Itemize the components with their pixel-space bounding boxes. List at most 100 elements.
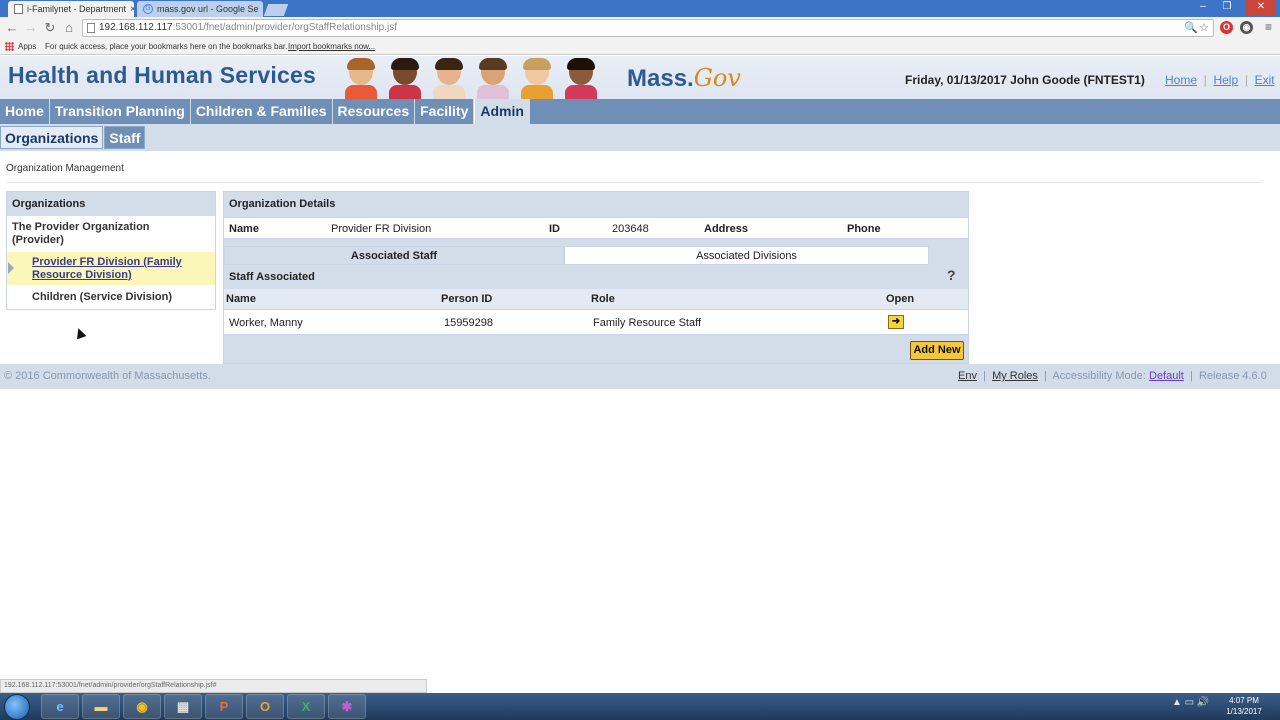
home-icon[interactable]: ⌂ — [61, 20, 77, 36]
app-icon[interactable]: ▦ — [164, 694, 202, 719]
accessibility-mode-link[interactable]: Default — [1149, 370, 1184, 382]
staff-table-header: Name Person ID Role Open — [224, 289, 968, 309]
copyright: © 2016 Commonwealth of Massachusetts. — [4, 370, 211, 382]
mass-gov-logo: Mass.Gov — [627, 64, 741, 92]
bookmark-star-icon[interactable]: ☆ — [1199, 20, 1209, 36]
secondary-nav: Organizations Staff — [0, 124, 1280, 151]
staff-associated-heading: Staff Associated — [229, 271, 315, 283]
help-icon[interactable]: ? — [947, 267, 956, 283]
site-title: Health and Human Services — [8, 62, 316, 88]
url-host: 192.168.112.117 — [99, 22, 173, 33]
bookmarks-bar: Apps For quick access, place your bookma… — [0, 39, 1280, 55]
close-tab-icon[interactable]: × — [126, 4, 134, 15]
snipping-tool-icon[interactable]: ✱ — [328, 694, 366, 719]
cell-name: Worker, Manny — [229, 317, 303, 329]
extension-icon[interactable]: ◉ — [1240, 21, 1253, 34]
url-path: /fnet/admin/provider/orgStaffRelationshi… — [203, 22, 397, 33]
chrome-icon[interactable]: ◉ — [123, 694, 161, 719]
browser-tab-inactive[interactable]: G mass.gov url - Google Se × — [137, 1, 263, 17]
google-icon: G — [143, 4, 153, 14]
internet-explorer-icon[interactable]: e — [41, 694, 79, 719]
window-close-icon[interactable]: ✕ — [1246, 0, 1276, 16]
url-port: :53001 — [172, 22, 204, 33]
tree-item-children-division[interactable]: Children (Service Division) — [32, 291, 172, 303]
column-name: Name — [226, 293, 256, 305]
nav-children-families[interactable]: Children & Families — [191, 99, 333, 124]
exit-link[interactable]: Exit — [1255, 73, 1275, 87]
tree-item-fr-division[interactable]: Provider FR Division (Family Resource Di… — [32, 256, 210, 282]
column-person-id: Person ID — [441, 293, 493, 305]
minimize-icon[interactable]: – — [1192, 0, 1214, 16]
id-value: 203648 — [612, 223, 649, 235]
env-link[interactable]: Env — [958, 370, 977, 382]
cell-role: Family Resource Staff — [593, 317, 702, 329]
add-new-button[interactable]: Add New — [910, 341, 964, 360]
page-footer: © 2016 Commonwealth of Massachusetts. En… — [0, 364, 1280, 389]
zoom-icon[interactable]: 🔍 — [1184, 20, 1198, 36]
clock-time: 4:07 PM — [1229, 696, 1259, 705]
file-explorer-icon[interactable]: ▬ — [82, 694, 120, 719]
restore-icon[interactable]: ❐ — [1216, 0, 1238, 16]
subnav-organizations[interactable]: Organizations — [0, 126, 104, 149]
reload-icon[interactable]: ↻ — [42, 20, 58, 36]
accessibility-label: Accessibility Mode: — [1052, 370, 1146, 382]
apps-icon[interactable] — [5, 42, 14, 51]
forward-icon[interactable]: → — [23, 20, 39, 36]
import-bookmarks-link[interactable]: Import bookmarks now... — [288, 42, 375, 51]
help-link[interactable]: Help — [1213, 73, 1238, 87]
address-label: Address — [704, 223, 749, 235]
page-icon — [14, 4, 23, 14]
address-bar[interactable]: 192.168.112.117:53001/fnet/admin/provide… — [82, 19, 1214, 37]
user-info: Friday, 01/13/2017 John Goode (FNTEST1) — [905, 73, 1145, 87]
name-label: Name — [229, 223, 259, 235]
nav-resources[interactable]: Resources — [333, 99, 416, 124]
top-links: Home | Help | Exit — [1165, 73, 1275, 87]
children-banner-image — [343, 56, 605, 99]
tree-item-selected[interactable]: Provider FR Division (Family Resource Di… — [7, 252, 215, 340]
tab-title: mass.gov url - Google Se — [157, 4, 259, 14]
apps-link[interactable]: Apps — [18, 42, 36, 51]
system-tray: ▲ ▭ 🔊 — [1172, 697, 1210, 708]
cell-person-id: 15959298 — [444, 317, 493, 329]
subnav-staff[interactable]: Staff — [104, 126, 146, 149]
tab-associated-staff[interactable]: Associated Staff — [224, 246, 564, 265]
organizations-panel: Organizations The Provider Organization … — [6, 191, 216, 340]
start-button-icon[interactable] — [4, 694, 30, 720]
my-roles-link[interactable]: My Roles — [992, 370, 1038, 382]
details-tabs: Associated Staff Associated Divisions — [224, 246, 930, 265]
new-tab-button[interactable] — [263, 4, 289, 16]
powerpoint-icon[interactable]: P — [205, 694, 243, 719]
arrow-right-icon[interactable]: ➜ — [888, 315, 904, 329]
nav-home[interactable]: Home — [0, 99, 50, 124]
tree-item-root[interactable]: The Provider Organization (Provider) — [12, 221, 202, 247]
nav-admin[interactable]: Admin — [474, 99, 530, 124]
mouse-cursor-icon — [73, 326, 87, 340]
details-row: Name Provider FR Division ID 203648 Addr… — [224, 217, 968, 239]
browser-toolbar: ← → ↻ ⌂ 192.168.112.117:53001/fnet/admin… — [0, 17, 1280, 39]
organization-details-panel: Organization Details Name Provider FR Di… — [223, 191, 969, 364]
organizations-heading: Organizations — [7, 192, 215, 216]
page-info-icon — [87, 23, 95, 33]
excel-icon[interactable]: X — [287, 694, 325, 719]
phone-label: Phone — [847, 223, 881, 235]
id-label: ID — [549, 223, 560, 235]
windows-taskbar: e ▬ ◉ ▦ P O X ✱ ▲ ▭ 🔊 4:07 PM 1/13/2017 — [0, 693, 1280, 720]
column-role: Role — [591, 293, 615, 305]
close-tab-icon[interactable]: × — [259, 4, 264, 15]
home-link[interactable]: Home — [1165, 73, 1197, 87]
menu-icon[interactable]: ≡ — [1262, 21, 1275, 34]
clock[interactable]: 4:07 PM 1/13/2017 — [1218, 695, 1270, 717]
primary-nav: Home Transition Planning Children & Fami… — [0, 99, 1280, 124]
outlook-icon[interactable]: O — [246, 694, 284, 719]
browser-tab-strip: i-Familynet - Department × G mass.gov ur… — [0, 0, 1280, 17]
browser-tab-active[interactable]: i-Familynet - Department × — [8, 1, 134, 17]
nav-transition-planning[interactable]: Transition Planning — [50, 99, 191, 124]
details-heading: Organization Details — [229, 198, 336, 210]
footer-links: Env | My Roles | Accessibility Mode: Def… — [958, 370, 1267, 382]
nav-facility[interactable]: Facility — [415, 99, 475, 124]
back-icon[interactable]: ← — [4, 20, 20, 36]
tab-associated-divisions[interactable]: Associated Divisions — [564, 246, 929, 265]
tab-title: i-Familynet - Department — [27, 4, 127, 14]
opera-icon[interactable]: O — [1220, 21, 1233, 34]
expand-arrow-icon[interactable] — [8, 262, 14, 274]
